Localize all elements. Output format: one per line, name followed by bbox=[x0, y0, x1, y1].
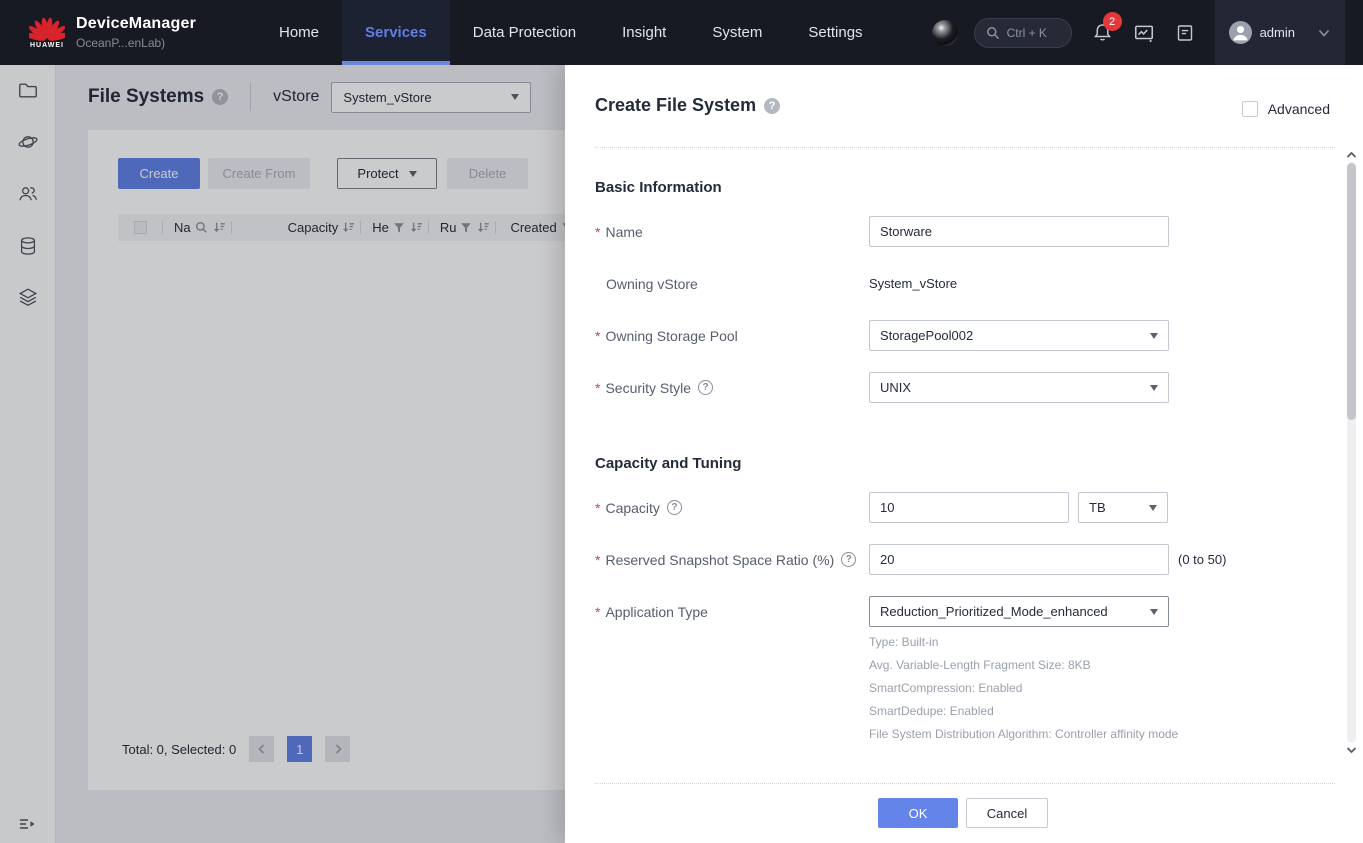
cancel-button[interactable]: Cancel bbox=[966, 798, 1048, 828]
notification-badge: 2 bbox=[1103, 12, 1122, 31]
notifications-button[interactable]: 2 bbox=[1092, 22, 1113, 43]
application-type-dropdown[interactable]: Reduction_Prioritized_Mode_enhanced bbox=[869, 596, 1169, 627]
search-icon bbox=[986, 26, 1000, 40]
performance-monitor-button[interactable] bbox=[1133, 22, 1155, 44]
avatar bbox=[1229, 21, 1252, 44]
brand: HUAWEI DeviceManager OceanP...enLab) bbox=[26, 15, 242, 50]
search-shortcut: Ctrl + K bbox=[1007, 26, 1047, 40]
create-file-system-dialog: Create File System Advanced Basic Inform… bbox=[565, 65, 1363, 843]
name-label: Name bbox=[595, 216, 643, 247]
top-bar: HUAWEI DeviceManager OceanP...enLab) Hom… bbox=[0, 0, 1363, 65]
detail-smartdedupe: SmartDedupe: Enabled bbox=[869, 700, 1178, 723]
app-title: DeviceManager bbox=[76, 15, 196, 33]
modal-dim-overlay bbox=[0, 65, 565, 843]
user-name: admin bbox=[1260, 25, 1295, 40]
device-manager-screen: HUAWEI DeviceManager OceanP...enLab) Hom… bbox=[0, 0, 1363, 843]
person-icon bbox=[1229, 21, 1252, 44]
section-basic-information: Basic Information bbox=[595, 179, 722, 196]
owning-storage-pool-dropdown[interactable]: StoragePool002 bbox=[869, 320, 1169, 351]
nav-data-protection[interactable]: Data Protection bbox=[450, 0, 599, 65]
performance-chart-icon bbox=[1133, 22, 1155, 44]
advanced-toggle[interactable]: Advanced bbox=[1242, 101, 1330, 117]
nav-system[interactable]: System bbox=[689, 0, 785, 65]
scroll-up-icon[interactable] bbox=[1345, 148, 1358, 162]
nav-insight[interactable]: Insight bbox=[599, 0, 689, 65]
name-input[interactable] bbox=[869, 216, 1169, 247]
caret-down-icon bbox=[1150, 385, 1158, 391]
snapshot-ratio-range-hint: (0 to 50) bbox=[1178, 544, 1226, 575]
owning-storage-pool-label: Owning Storage Pool bbox=[595, 320, 738, 351]
section-capacity-tuning: Capacity and Tuning bbox=[595, 455, 741, 472]
user-menu[interactable]: admin bbox=[1215, 0, 1345, 65]
dialog-scrollbar[interactable] bbox=[1345, 148, 1358, 757]
chevron-down-icon[interactable] bbox=[1317, 26, 1331, 40]
help-icon[interactable] bbox=[667, 500, 682, 515]
capacity-sphere-icon[interactable] bbox=[932, 20, 958, 46]
divider bbox=[595, 783, 1335, 784]
dialog-title: Create File System bbox=[595, 95, 756, 116]
advanced-label: Advanced bbox=[1268, 101, 1330, 117]
brand-text: DeviceManager OceanP...enLab) bbox=[76, 15, 196, 50]
divider bbox=[595, 147, 1335, 148]
caret-down-icon bbox=[1150, 609, 1158, 615]
caret-down-icon bbox=[1150, 333, 1158, 339]
detail-distribution-algorithm: File System Distribution Algorithm: Cont… bbox=[869, 723, 1178, 746]
capacity-label: Capacity bbox=[595, 492, 682, 523]
huawei-logo-icon: HUAWEI bbox=[26, 15, 68, 49]
nav-home[interactable]: Home bbox=[256, 0, 342, 65]
detail-type: Type: Built-in bbox=[869, 631, 1178, 654]
help-icon[interactable] bbox=[698, 380, 713, 395]
application-type-details: Type: Built-in Avg. Variable-Length Frag… bbox=[869, 631, 1178, 746]
detail-smartcompression: SmartCompression: Enabled bbox=[869, 677, 1178, 700]
nav-services[interactable]: Services bbox=[342, 0, 450, 65]
caret-down-icon bbox=[1149, 505, 1157, 511]
snapshot-ratio-input[interactable] bbox=[869, 544, 1169, 575]
detail-fragment-size: Avg. Variable-Length Fragment Size: 8KB bbox=[869, 654, 1178, 677]
document-icon bbox=[1175, 23, 1195, 43]
main-nav: Home Services Data Protection Insight Sy… bbox=[256, 0, 886, 65]
global-search[interactable]: Ctrl + K bbox=[974, 18, 1072, 48]
capacity-input[interactable] bbox=[869, 492, 1069, 523]
huawei-wordmark: HUAWEI bbox=[30, 42, 64, 49]
help-icon[interactable] bbox=[841, 552, 856, 567]
security-style-dropdown[interactable]: UNIX bbox=[869, 372, 1169, 403]
application-type-label: Application Type bbox=[595, 596, 708, 627]
topbar-actions: Ctrl + K 2 bbox=[932, 0, 1363, 65]
owning-vstore-value: System_vStore bbox=[869, 268, 957, 299]
task-log-button[interactable] bbox=[1175, 23, 1195, 43]
ok-button[interactable]: OK bbox=[878, 798, 958, 828]
capacity-unit-dropdown[interactable]: TB bbox=[1078, 492, 1168, 523]
nav-settings[interactable]: Settings bbox=[785, 0, 885, 65]
scroll-down-icon[interactable] bbox=[1345, 743, 1358, 757]
dialog-title-row: Create File System bbox=[595, 95, 780, 116]
owning-vstore-label: Owning vStore bbox=[595, 268, 698, 299]
scrollbar-thumb[interactable] bbox=[1347, 163, 1356, 420]
snapshot-ratio-label: Reserved Snapshot Space Ratio (%) bbox=[595, 544, 856, 575]
security-style-label: Security Style bbox=[595, 372, 713, 403]
help-icon[interactable] bbox=[764, 98, 780, 114]
device-name: OceanP...enLab) bbox=[76, 36, 196, 50]
advanced-checkbox[interactable] bbox=[1242, 101, 1258, 117]
